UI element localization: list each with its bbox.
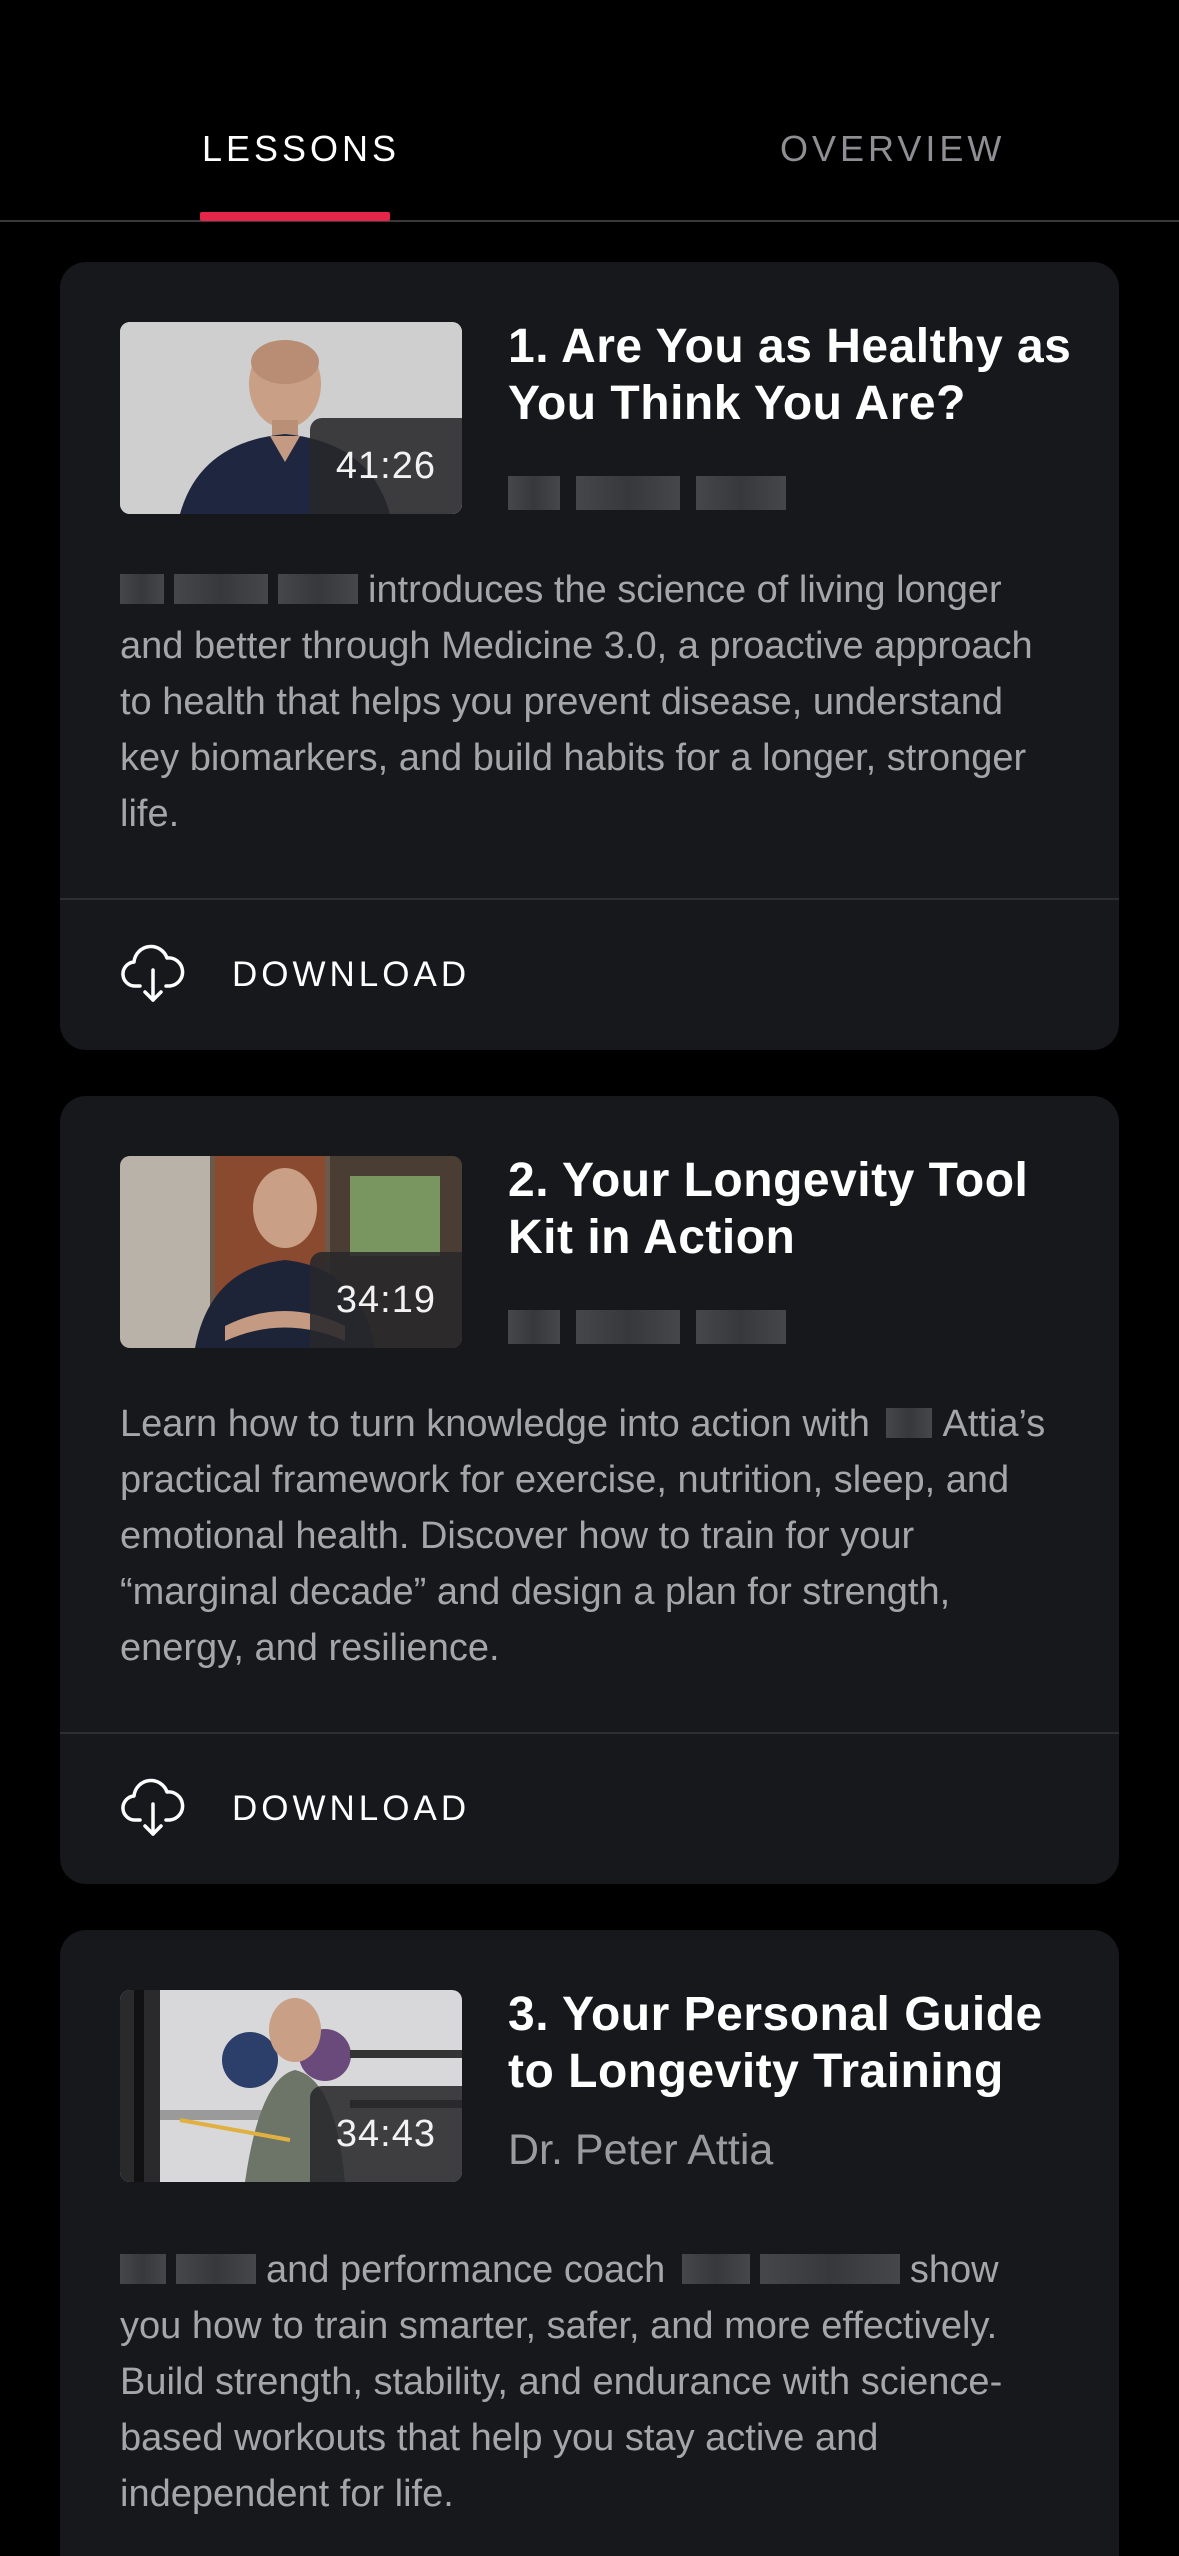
lesson-description-text: Learn how to turn knowledge into action … [120,1403,870,1445]
lesson-title: 2. Your Longevity Tool Kit in Action [508,1154,1029,1264]
video-duration: 41:26 [309,418,462,514]
lesson-card-2[interactable]: 34:19 2. Your Longevity Tool Kit in Acti… [60,1096,1119,1884]
redacted-name [759,2254,900,2284]
download-button[interactable]: DOWNLOAD [60,900,1119,1050]
download-label: DOWNLOAD [232,955,471,994]
cloud-download-icon [120,940,186,1011]
redacted-name [120,2254,166,2284]
download-label: DOWNLOAD [232,1789,471,1828]
lesson-title: 3. Your Personal Guide to Longevity Trai… [508,1988,1043,2098]
lesson-description: introduces the science of living longer … [120,562,1070,842]
redacted-name [120,574,164,604]
lesson-card-1[interactable]: 41:26 1. Are You as Healthy as You Think… [60,262,1119,1050]
video-duration: 34:19 [309,1252,462,1348]
lesson-author: Dr. Peter Attia [508,2126,774,2174]
download-button[interactable]: DOWNLOAD [60,1734,1119,1884]
lesson-description-text: and performance coach [266,2249,666,2291]
lesson-title: 1. Are You as Healthy as You Think You A… [508,320,1072,430]
lesson-thumbnail-3[interactable]: 34:43 [120,1990,462,2182]
lesson-card-3[interactable]: 34:43 3. Your Personal Guide to Longevit… [60,1930,1119,2556]
active-tab-indicator [200,212,390,221]
redacted-name [174,574,268,604]
lesson-description-text: introduces the science of living longer … [120,569,1033,835]
lesson-thumbnail-1[interactable]: 41:26 [120,322,462,514]
lesson-thumbnail-2[interactable]: 34:19 [120,1156,462,1348]
redacted-name [176,2254,256,2284]
lesson-description: and performance coach show you how to tr… [120,2242,1070,2522]
tab-bar: LESSONS OVERVIEW [0,0,1179,222]
redacted-name [278,574,358,604]
lessons-screen: LESSONS OVERVIEW 41:26 1. Are You as Hea… [0,0,1179,2556]
redacted-name [886,1408,933,1438]
video-duration: 34:43 [309,2086,462,2182]
lesson-description: Learn how to turn knowledge into action … [120,1396,1070,1676]
tab-lessons[interactable]: LESSONS [202,128,400,170]
author-redacted [508,476,786,510]
author-redacted [508,1310,786,1344]
tab-overview[interactable]: OVERVIEW [780,128,1005,170]
cloud-download-icon [120,1774,186,1845]
redacted-name [681,2254,750,2284]
